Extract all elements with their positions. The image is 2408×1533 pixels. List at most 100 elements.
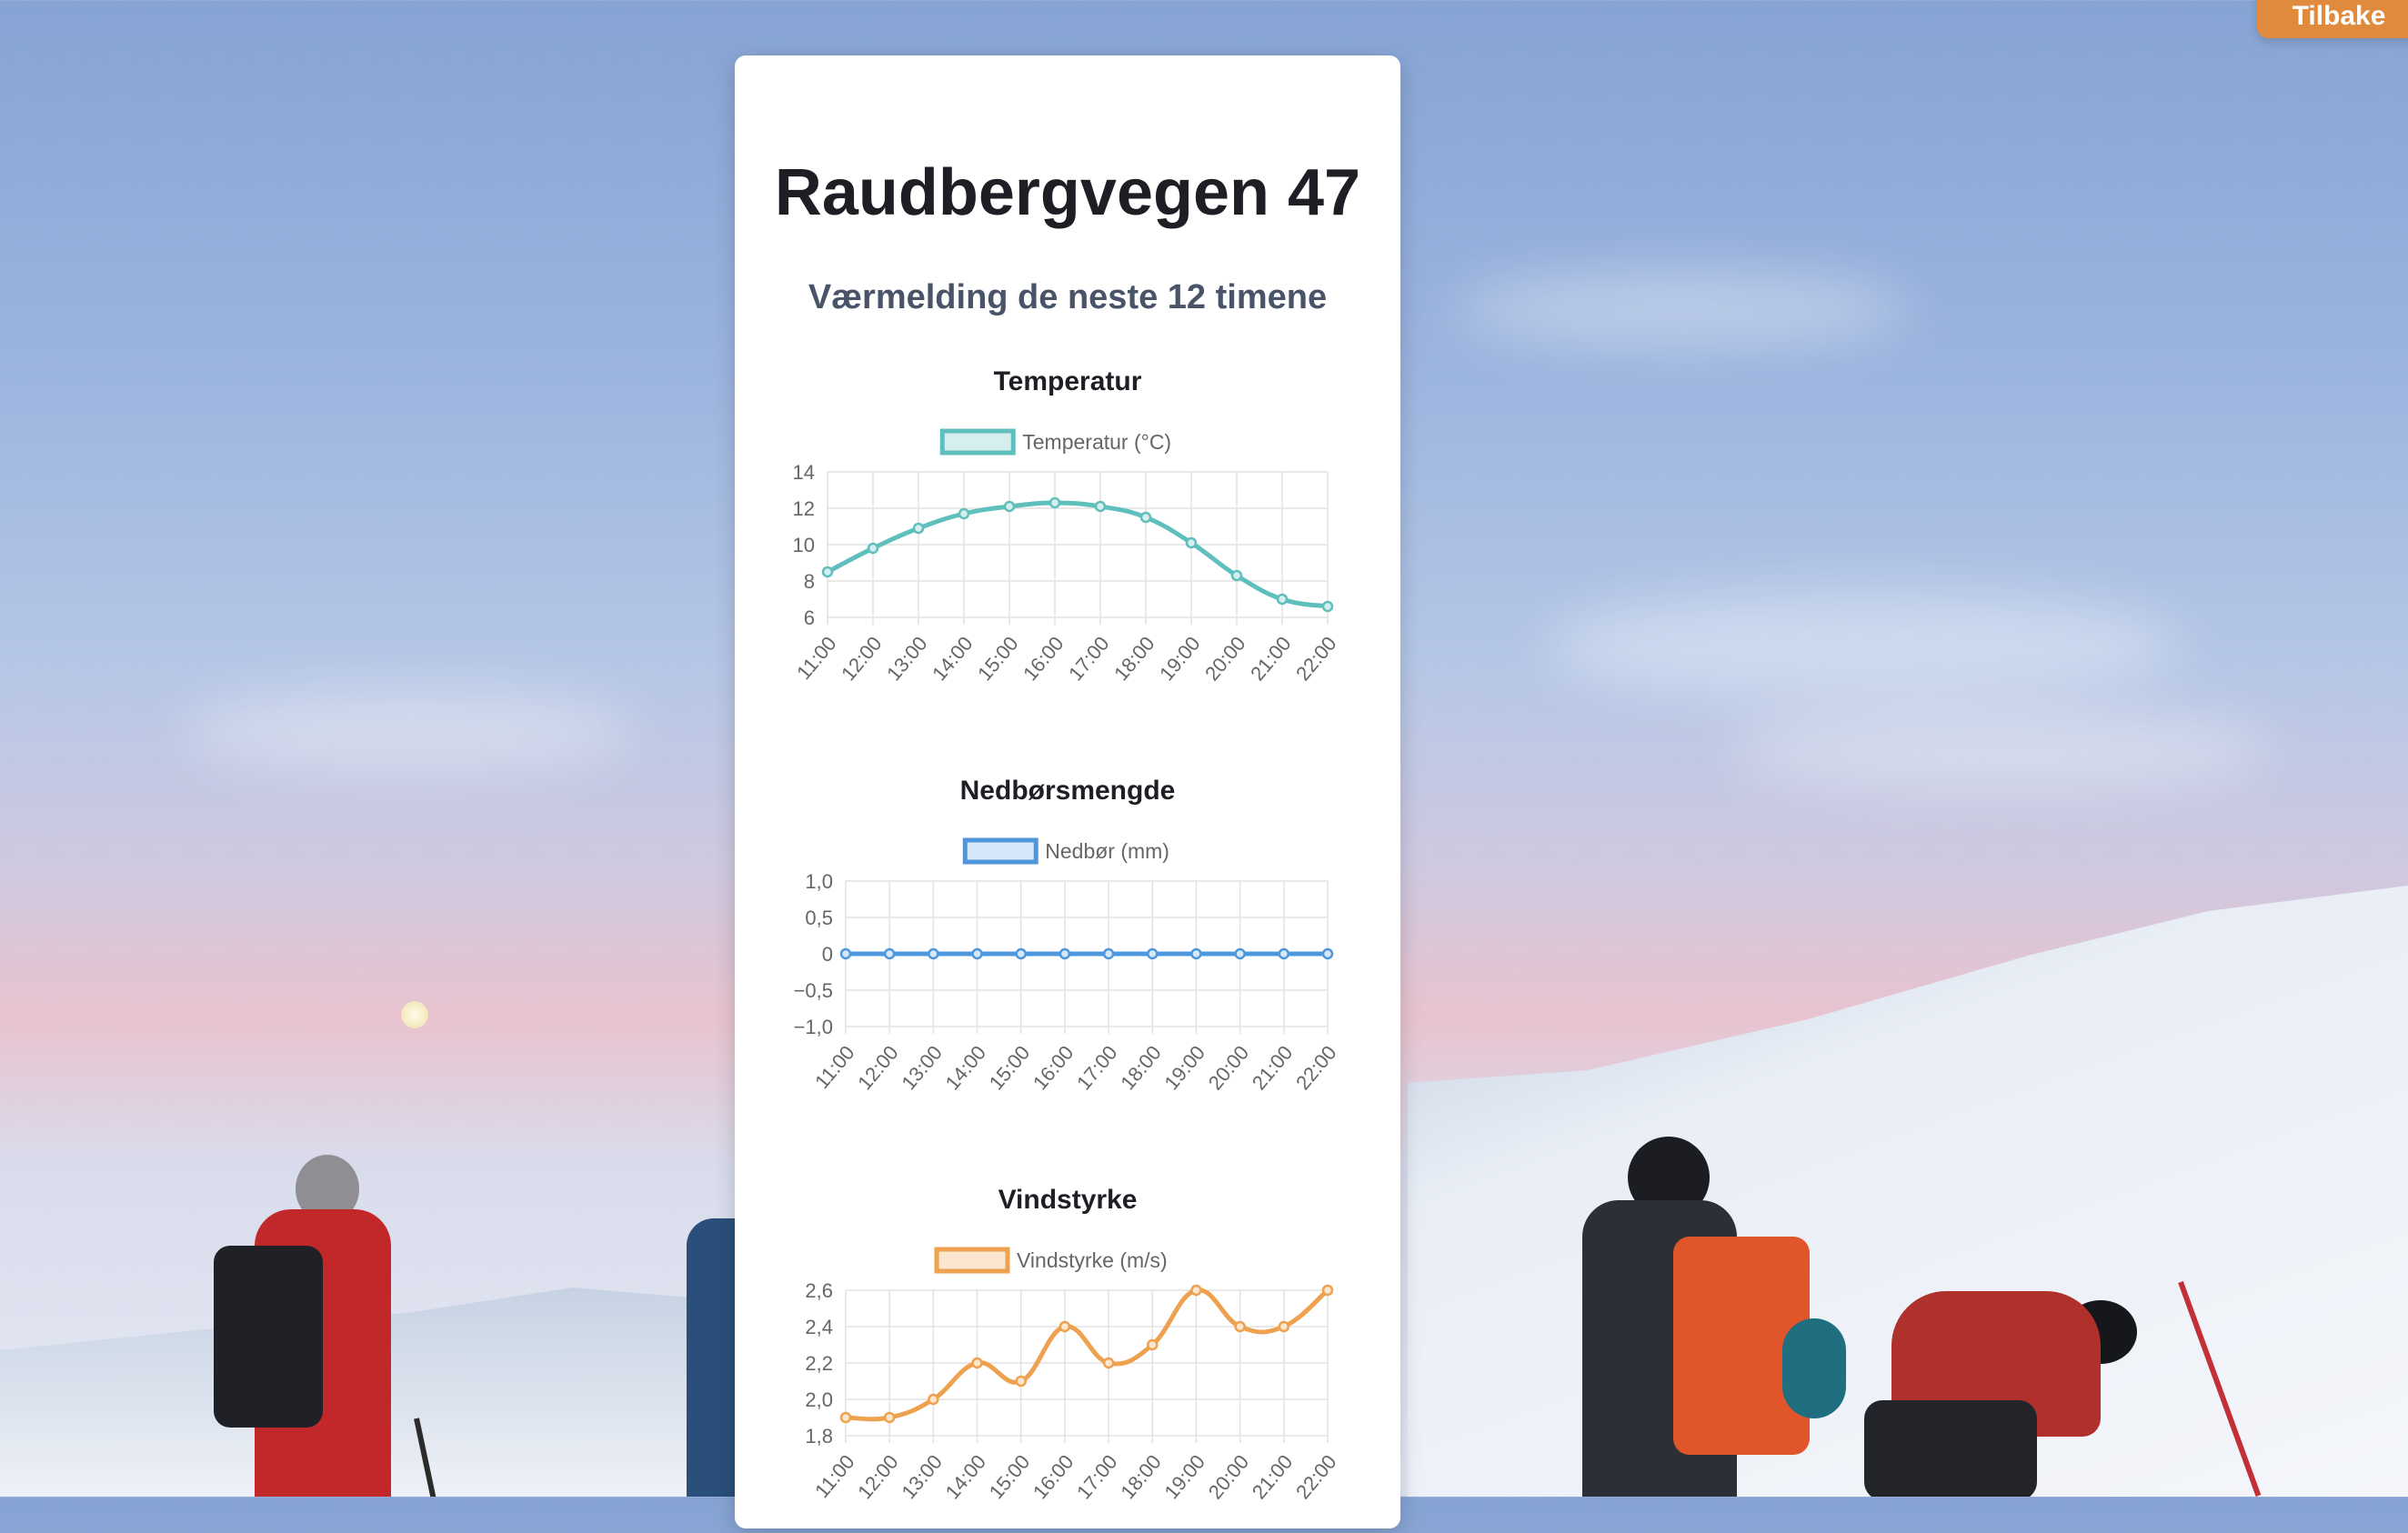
data-point — [839, 1411, 852, 1424]
legend-swatch — [939, 428, 1016, 456]
data-point — [1015, 1375, 1027, 1388]
x-tick-label: 12:00 — [853, 1041, 903, 1094]
data-point — [1048, 496, 1061, 509]
y-tick-label: 2,0 — [805, 1388, 833, 1411]
data-point — [1059, 1320, 1071, 1333]
x-tick-label: 13:00 — [882, 632, 932, 685]
x-tick-label: 12:00 — [853, 1450, 903, 1503]
data-point — [1102, 947, 1115, 960]
x-tick-label: 20:00 — [1204, 1450, 1254, 1503]
x-tick-label: 16:00 — [1028, 1041, 1079, 1094]
y-tick-label: 8 — [804, 570, 815, 593]
data-point — [1278, 1320, 1290, 1333]
chart-legend: Nedbør (mm) — [962, 837, 1169, 865]
legend-swatch — [962, 837, 1038, 865]
cloud — [1546, 591, 2182, 700]
x-tick-label: 18:00 — [1116, 1041, 1166, 1094]
y-tick-label: 12 — [793, 497, 815, 520]
data-point — [839, 947, 852, 960]
page-title: Raudbergvegen 47 — [774, 156, 1361, 229]
data-point — [1234, 1320, 1246, 1333]
wind-chart: Vindstyrke (m/s) 2,6 2,4 2,2 2,0 1,811:0012:0… — [805, 1247, 1341, 1503]
skier-trousers — [1864, 1400, 2037, 1497]
x-tick-label: 13:00 — [897, 1041, 947, 1094]
x-tick-label: 13:00 — [897, 1450, 947, 1503]
y-tick-label: 2,4 — [805, 1316, 833, 1338]
x-tick-label: 16:00 — [1018, 632, 1069, 685]
x-tick-label: 21:00 — [1248, 1041, 1298, 1094]
x-tick-label: 19:00 — [1159, 1041, 1209, 1094]
cloud — [1455, 273, 1910, 346]
x-tick-label: 14:00 — [928, 632, 978, 685]
x-tick-label: 17:00 — [1072, 1041, 1122, 1094]
y-tick-label: 2,6 — [805, 1279, 833, 1302]
y-tick-label: 0,5 — [805, 907, 833, 929]
y-tick-label: 10 — [793, 534, 815, 556]
x-tick-label: 17:00 — [1064, 632, 1114, 685]
data-point — [821, 566, 834, 578]
data-point — [1321, 947, 1334, 960]
chart-legend: Temperatur (°C) — [939, 428, 1171, 456]
x-tick-label: 12:00 — [837, 632, 887, 685]
x-tick-label: 21:00 — [1248, 1450, 1298, 1503]
chart-title-precipitation: Nedbørsmengde — [959, 776, 1176, 806]
chart-grid — [845, 880, 1329, 1034]
x-tick-label: 19:00 — [1159, 1450, 1209, 1503]
data-point — [1321, 1284, 1334, 1297]
data-point — [1003, 500, 1016, 513]
skier-bending — [1864, 1291, 2164, 1497]
data-point — [1059, 947, 1071, 960]
y-tick-label: 0 — [822, 943, 833, 966]
x-tick-label: 15:00 — [985, 1041, 1035, 1094]
data-point — [1321, 600, 1334, 613]
data-point — [867, 542, 879, 555]
temperature-chart: Temperatur (°C) 14 12 10 8 6 11:0012:0013:0014… — [792, 428, 1341, 685]
legend-label: Nedbør (mm) — [1045, 839, 1169, 863]
x-tick-label: 22:00 — [1291, 632, 1341, 685]
data-point — [1234, 947, 1246, 960]
data-point — [1278, 947, 1290, 960]
legend-label: Vindstyrke (m/s) — [1017, 1248, 1168, 1272]
y-tick-label: 14 — [793, 461, 815, 484]
ski-pole — [414, 1418, 442, 1497]
y-tick-label: 1,8 — [805, 1425, 833, 1448]
back-button[interactable]: Tilbake — [2257, 0, 2408, 38]
skier-backpack — [214, 1246, 323, 1428]
y-tick-label: −1,0 — [794, 1016, 833, 1038]
y-tick-label: 1,0 — [805, 870, 833, 893]
x-tick-label: 14:00 — [941, 1041, 991, 1094]
cloud — [1728, 709, 2273, 791]
x-tick-label: 20:00 — [1204, 1041, 1254, 1094]
data-point — [1185, 536, 1198, 549]
data-point — [1102, 1357, 1115, 1369]
data-point — [1190, 947, 1202, 960]
x-tick-label: 19:00 — [1155, 632, 1205, 685]
legend-swatch — [934, 1247, 1010, 1274]
series-line — [825, 500, 1330, 609]
x-tick-label: 11:00 — [810, 1041, 858, 1093]
precipitation-chart: Nedbør (mm) 1,0 0,5 0 −0,5 −1,0 11:0012:0013:0… — [794, 837, 1341, 1094]
data-point — [1190, 1284, 1202, 1297]
x-tick-label: 22:00 — [1291, 1450, 1341, 1503]
skier-jacket — [687, 1218, 741, 1497]
data-point — [883, 947, 896, 960]
x-tick-label: 18:00 — [1116, 1450, 1166, 1503]
data-point — [1276, 593, 1289, 606]
forecast-subtitle: Værmelding de neste 12 timene — [808, 278, 1328, 316]
x-tick-label: 15:00 — [985, 1450, 1035, 1503]
cloud — [182, 691, 637, 773]
chart-title-temperature: Temperatur — [993, 366, 1142, 396]
data-point — [1147, 1338, 1159, 1351]
data-point — [883, 1411, 896, 1424]
x-tick-label: 17:00 — [1072, 1450, 1122, 1503]
skier-dark-jacket — [1564, 1137, 1855, 1497]
data-point — [958, 507, 970, 520]
y-tick-label: 2,2 — [805, 1352, 833, 1375]
chart-grid — [827, 471, 1329, 625]
chart-grid — [845, 1289, 1329, 1443]
skier-partial — [677, 1218, 741, 1497]
data-point — [1230, 569, 1243, 582]
chart-legend: Vindstyrke (m/s) — [934, 1247, 1168, 1274]
x-tick-label: 20:00 — [1200, 632, 1250, 685]
data-point — [971, 947, 983, 960]
